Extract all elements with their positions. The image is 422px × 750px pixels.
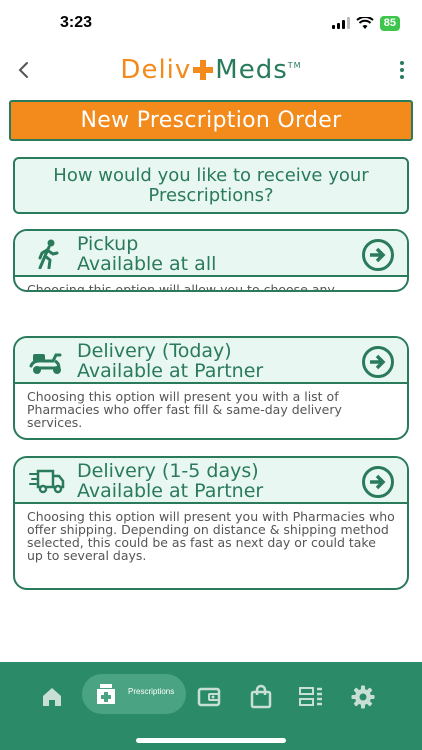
option-header: Delivery (Today) Available at Partner: [15, 338, 407, 384]
battery-indicator: 85: [379, 15, 400, 31]
arrow-right-circle-icon[interactable]: [361, 345, 395, 379]
option-header: Delivery (1-5 days) Available at Partner: [15, 458, 407, 504]
logo-text-right: Meds: [215, 55, 288, 85]
option-subtitle: Available at Partner: [77, 360, 264, 382]
status-time: 3:23: [60, 14, 93, 31]
walking-person-icon: [38, 239, 59, 269]
more-options-icon[interactable]: [398, 60, 406, 80]
home-indicator[interactable]: [136, 738, 286, 743]
option-description: Choosing this option will allow you to c…: [27, 282, 335, 292]
option-title: Delivery (Today): [77, 340, 232, 362]
home-icon[interactable]: [39, 684, 65, 710]
signal-icon: [331, 17, 350, 29]
nav-item-prescriptions[interactable]: Prescriptions: [82, 674, 186, 714]
bottom-nav: Prescriptions: [0, 662, 422, 750]
arrow-right-circle-icon[interactable]: [361, 465, 395, 499]
page-title: New Prescription Order: [9, 100, 413, 141]
list-icon[interactable]: [298, 684, 324, 710]
wifi-icon: [356, 16, 374, 29]
delivery-truck-icon: [29, 469, 65, 494]
delivery-question: How would you like to receive your Presc…: [13, 157, 409, 214]
option-header: Pickup Available at all: [15, 231, 407, 277]
status-bar: 3:23 85: [0, 0, 422, 46]
back-arrow-icon[interactable]: [14, 58, 34, 82]
shopping-bag-icon[interactable]: [248, 684, 274, 710]
option-description: Choosing this option will present you wi…: [27, 509, 395, 563]
logo-text-left: Deliv: [120, 55, 192, 85]
option-subtitle: Available at all: [77, 253, 217, 275]
app-header: Deliv Meds TM: [0, 50, 422, 90]
option-card-delivery-today[interactable]: Delivery (Today) Available at Partner Ch…: [13, 336, 409, 440]
medical-cross-icon: [193, 60, 214, 80]
option-card-delivery-shipping[interactable]: Delivery (1-5 days) Available at Partner…: [13, 456, 409, 590]
option-title: Pickup: [77, 233, 139, 255]
option-card-pickup[interactable]: Pickup Available at all Choosing this op…: [13, 229, 409, 292]
nav-active-label: Prescriptions: [128, 687, 175, 696]
status-icons: 85: [331, 15, 400, 31]
gear-icon[interactable]: [350, 684, 376, 710]
prescriptions-icon: [97, 684, 115, 704]
trademark: TM: [287, 61, 302, 70]
app-logo: Deliv Meds TM: [120, 55, 301, 85]
scooter-icon: [29, 353, 62, 374]
option-description: Choosing this option will present you wi…: [27, 389, 342, 430]
wallet-icon[interactable]: [196, 684, 222, 710]
option-title: Delivery (1-5 days): [77, 460, 259, 482]
arrow-right-circle-icon[interactable]: [361, 238, 395, 272]
option-subtitle: Available at Partner: [77, 480, 264, 502]
